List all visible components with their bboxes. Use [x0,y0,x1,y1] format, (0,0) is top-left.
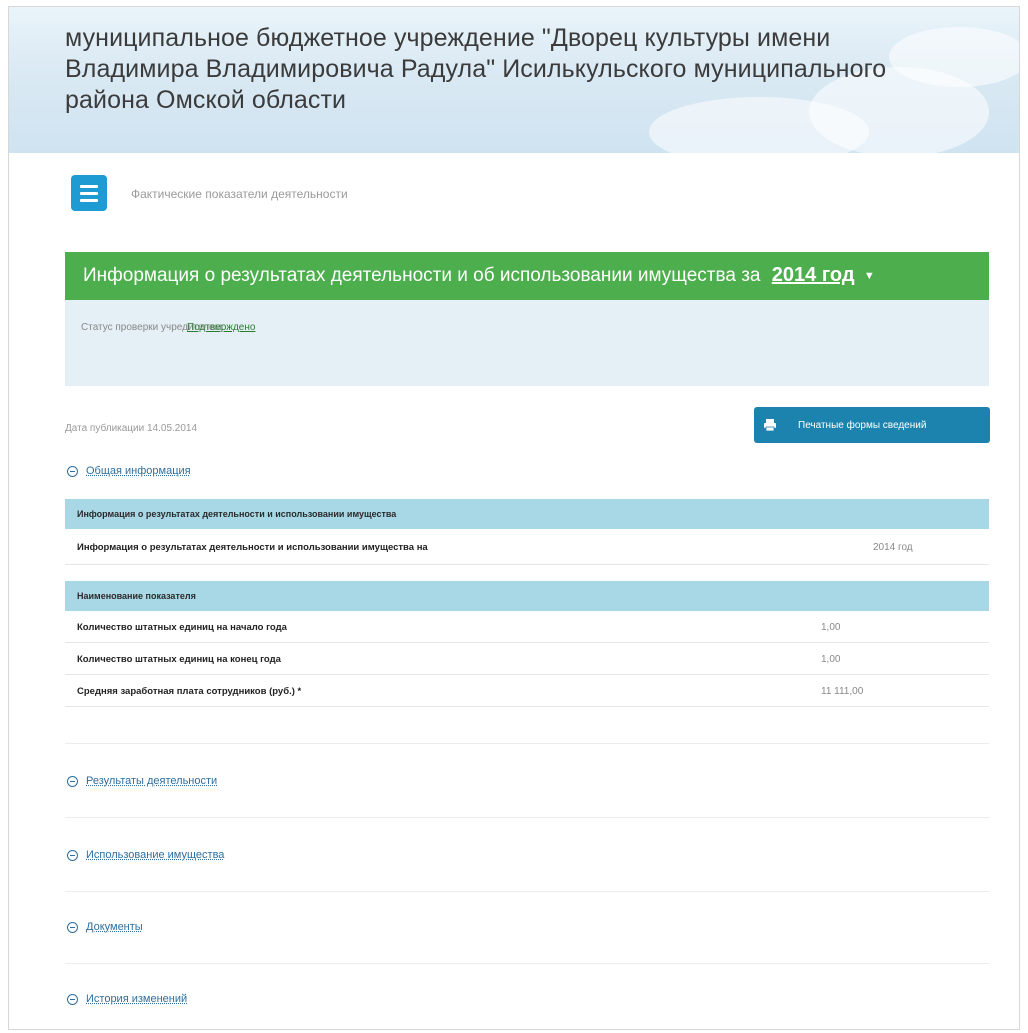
accordion-results-label: Результаты деятельности [86,775,218,787]
status-value-link[interactable]: Подтверждено [187,322,255,333]
row-label: Количество штатных единиц на конец года [77,654,281,665]
print-forms-button[interactable]: Печатные формы сведений [754,407,990,443]
table-row: Количество штатных единиц на конец года … [65,643,989,675]
accordion-general-label: Общая информация [86,465,191,477]
hamburger-icon [80,191,98,195]
results-banner: Информация о результатах деятельности и … [65,252,989,300]
accordion-results[interactable]: Результаты деятельности [67,775,217,787]
status-panel: Статус проверки учредителем: Подтвержден… [65,300,989,386]
table-header: Информация о результатах деятельности и … [65,499,989,529]
org-title: муниципальное бюджетное учреждение "Двор… [65,24,887,114]
divider [65,891,989,892]
accordion-property[interactable]: Использование имущества [67,849,224,861]
section-title: Фактические показатели деятельности [131,187,348,201]
divider [65,743,989,744]
accordion-documents-label: Документы [86,921,143,933]
row-value: 2014 год [873,542,913,553]
row-value: 11 111,00 [821,686,864,697]
year-selector[interactable]: 2014 год [772,264,855,286]
accordion-history[interactable]: История изменений [67,993,187,1005]
row-value: 1,00 [821,622,841,633]
accordion-property-label: Использование имущества [86,849,225,861]
collapse-icon [67,993,78,1005]
collapse-icon [67,849,78,861]
row-label: Количество штатных единиц на начало года [77,622,287,633]
collapse-icon [67,775,78,787]
print-forms-label: Печатные формы сведений [798,419,927,431]
accordion-general[interactable]: Общая информация [67,465,191,477]
collapse-icon [67,921,78,933]
publication-date: Дата публикации 14.05.2014 [65,423,198,434]
accordion-documents[interactable]: Документы [67,921,143,933]
row-value: 1,00 [821,654,841,665]
divider [65,817,989,818]
table-header: Наименование показателя [65,581,989,611]
hamburger-icon [80,198,98,202]
divider [65,963,989,964]
collapse-icon [67,465,78,477]
row-label: Информация о результатах деятельности и … [77,542,428,553]
banner-text: Информация о результатах деятельности и … [83,265,761,286]
row-label: Средняя заработная плата сотрудников (ру… [77,686,302,697]
table-row: Информация о результатах деятельности и … [65,529,989,565]
printer-icon [754,407,786,443]
table-row: Средняя заработная плата сотрудников (ру… [65,675,989,707]
org-header: муниципальное бюджетное учреждение "Двор… [9,7,1019,167]
hamburger-icon [80,184,98,188]
chevron-down-icon[interactable]: ▼ [864,270,875,282]
accordion-history-label: История изменений [86,993,188,1005]
page-frame: муниципальное бюджетное учреждение "Двор… [8,6,1020,1030]
table-row: Количество штатных единиц на начало года… [65,611,989,643]
menu-button[interactable] [71,175,107,211]
